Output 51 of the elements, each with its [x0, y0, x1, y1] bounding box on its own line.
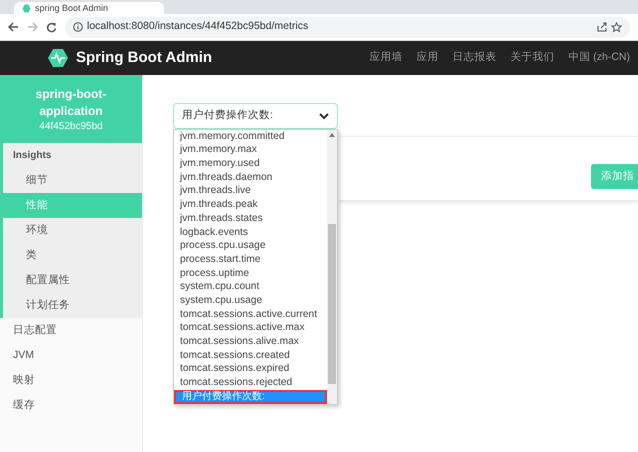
dropdown-option[interactable]: jvm.memory.committed [174, 130, 327, 144]
scrollbar-thumb[interactable] [328, 224, 336, 384]
reload-icon[interactable] [46, 22, 57, 32]
dropdown-option[interactable]: jvm.threads.states [174, 212, 327, 226]
sidebar-item[interactable]: 配置属性 [3, 268, 142, 293]
dropdown-option[interactable]: process.cpu.usage [174, 240, 327, 254]
metric-select[interactable]: 用户付费操作次数: [173, 103, 338, 129]
info-icon [73, 22, 83, 32]
nav-link[interactable]: 日志报表 [452, 50, 496, 66]
logo-icon [48, 49, 68, 67]
dropdown-option[interactable]: tomcat.sessions.active.current [174, 308, 327, 322]
sidebar-item[interactable]: 日志配置 [0, 318, 142, 343]
nav-link[interactable]: 应用墙 [369, 50, 402, 66]
sidebar-item[interactable]: 计划任务 [3, 293, 142, 318]
sidebar-item[interactable]: JVM [0, 343, 142, 368]
nav-link[interactable]: 关于我们 [510, 50, 554, 66]
dropdown-option[interactable]: process.start.time [174, 253, 327, 267]
dropdown-option[interactable]: jvm.memory.used [174, 157, 327, 172]
browser-tab[interactable]: spring Boot Admin [14, 2, 164, 14]
tab-title: spring Boot Admin [35, 4, 108, 12]
app-name: spring-boot-application [34, 86, 108, 120]
sidebar-item[interactable]: 类 [3, 243, 142, 268]
dropdown-option[interactable]: tomcat.sessions.expired [174, 362, 327, 376]
scroll-up-icon[interactable] [329, 133, 335, 137]
back-icon[interactable] [8, 22, 19, 32]
chevron-down-icon [319, 112, 329, 120]
section-title: Insights [12, 149, 52, 163]
share-icon[interactable] [597, 22, 607, 32]
brand-title[interactable]: Spring Boot Admin [76, 46, 212, 70]
sidebar-item[interactable]: 细节 [3, 168, 142, 193]
address-bar[interactable]: localhost:8080/instances/44f452bc95bd/metrics [65, 16, 630, 38]
dropdown-option[interactable]: system.cpu.usage [174, 294, 327, 308]
sidebar-item[interactable]: 环境 [3, 218, 142, 243]
dropdown-option[interactable]: jvm.threads.daemon [174, 171, 327, 185]
star-icon[interactable] [611, 22, 622, 32]
instance-id: 44f452bc95bd [39, 120, 103, 132]
dropdown-option[interactable]: tomcat.sessions.alive.max [174, 335, 327, 349]
sidebar-item[interactable]: 缓存 [0, 393, 142, 418]
nav-link[interactable]: 中国 (zh-CN) [568, 50, 630, 66]
dropdown-option[interactable]: jvm.threads.peak [174, 198, 327, 212]
dropdown-option[interactable]: jvm.memory.max [174, 144, 327, 158]
sidebar-item[interactable]: 映射 [0, 368, 142, 393]
dropdown-option[interactable]: tomcat.sessions.rejected [174, 376, 327, 390]
nav-link[interactable]: 应用 [416, 50, 438, 66]
dropdown-option[interactable]: logback.events [174, 226, 327, 240]
dropdown-option[interactable]: jvm.threads.live [174, 184, 327, 198]
url-text: localhost:8080/instances/44f452bc95bd/metrics [87, 19, 310, 34]
dropdown-option[interactable]: process.uptime [174, 266, 327, 281]
dropdown-option[interactable]: tomcat.sessions.created [174, 349, 327, 363]
dropdown-option[interactable]: system.cpu.count [174, 280, 327, 294]
dropdown-option[interactable]: tomcat.sessions.active.max [174, 322, 327, 336]
